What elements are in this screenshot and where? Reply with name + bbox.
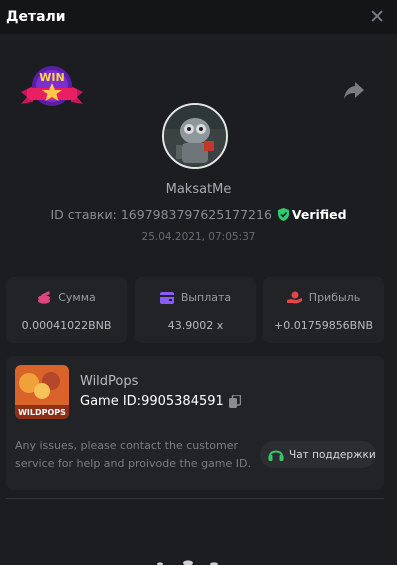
headset-icon [268,450,284,461]
game-thumbnail[interactable]: WILDPOPS [15,365,69,419]
username: MaksatMe [165,182,232,197]
game-name[interactable]: WildPops [80,374,138,389]
details-header: Детали ✕ [0,0,397,34]
win-badge-text: WIN [39,71,64,84]
partial-bottom-glyph [157,560,218,565]
game-card: WILDPOPS WildPops Game ID: 9905384591 An… [6,356,384,490]
profit-hand-icon [286,291,302,304]
share-icon[interactable] [343,80,365,100]
section-divider [6,498,384,499]
game-id-row: Game ID: 9905384591 [80,394,241,409]
stat-payout-label: Выплата [180,291,232,304]
issue-help-text: Any issues, please contact the customer … [15,439,251,470]
game-id-value: 9905384591 [141,394,224,409]
support-chat-button[interactable]: Чат поддержки [260,441,376,468]
game-id-label: Game ID: [80,394,142,409]
wallet-icon [159,291,174,304]
verified-label: Verified [291,207,347,222]
bet-datetime: 25.04.2021, 07:05:37 [141,231,256,243]
stat-profit-label: Прибыль [308,291,361,304]
coins-icon [38,291,51,304]
stat-amount-value: 0.00041022BNB [21,319,112,332]
bet-id-row: ID ставки: 1697983797625177216 Verified [0,207,397,222]
bet-id-value: 1697983797625177216 [120,207,272,222]
stat-profit: Прибыль +0.01759856BNB [263,277,384,343]
verified-shield-icon [277,208,289,221]
verified-badge: Verified [277,207,347,222]
page-title: Детали [6,9,66,25]
support-chat-label: Чат поддержки [289,448,376,461]
stat-payout: Выплата 43.9002 x [135,277,256,343]
stat-payout-value: 43.9002 x [167,319,224,332]
avatar [162,103,228,169]
game-thumb-text: WILDPOPS [18,408,66,417]
copy-icon[interactable] [228,395,241,408]
stat-amount-label: Сумма [58,291,96,304]
win-badge: WIN [19,62,85,112]
stat-amount: Сумма 0.00041022BNB [6,277,127,343]
bet-id-label: ID ставки: [50,207,117,222]
stat-profit-value: +0.01759856BNB [273,319,374,332]
close-icon[interactable]: ✕ [369,7,385,27]
